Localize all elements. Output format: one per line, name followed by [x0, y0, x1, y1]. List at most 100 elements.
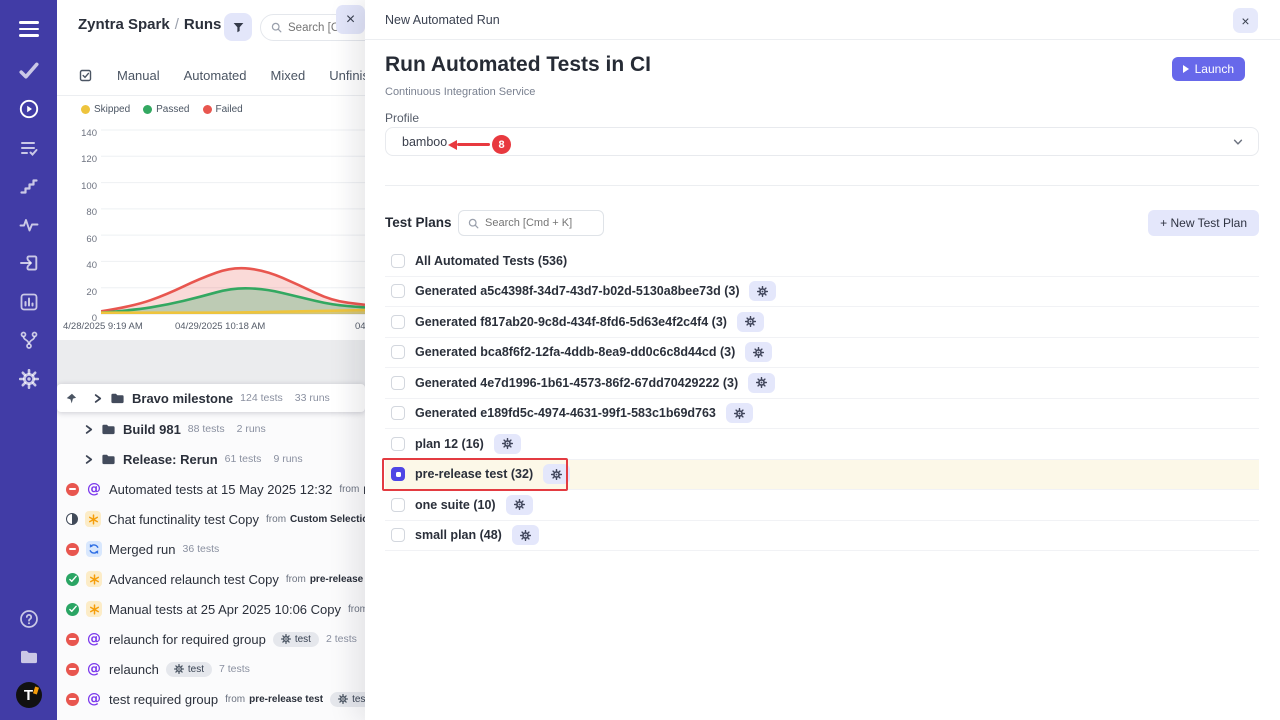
plan-settings-button[interactable]	[726, 403, 753, 423]
run-row[interactable]: @ test required group frompre-release te…	[57, 684, 365, 714]
chevron-right-icon[interactable]	[83, 454, 94, 465]
page-title: Run Automated Tests in CI	[385, 53, 651, 77]
plan-settings-button[interactable]	[745, 342, 772, 362]
sidebar-item-settings[interactable]	[0, 364, 57, 394]
test-plan-row[interactable]: pre-release test (32)	[385, 460, 1259, 491]
run-counts: 88 tests2 runs	[188, 423, 266, 435]
gear-icon	[520, 530, 531, 541]
profile-select[interactable]: bamboo 8	[385, 127, 1259, 156]
new-test-plan-button[interactable]: + New Test Plan	[1148, 210, 1259, 236]
runs-tabs: Manual Automated Mixed Unfinished	[78, 68, 365, 83]
breadcrumb-project[interactable]: Zyntra Spark	[78, 16, 170, 33]
plan-checkbox[interactable]	[391, 315, 405, 329]
test-plan-row[interactable]: Generated f817ab20-9c8d-434f-8fd6-5d63e4…	[385, 307, 1259, 338]
run-row[interactable]: @ relaunch test 7 tests	[57, 654, 365, 684]
play-circle-icon	[19, 99, 39, 119]
panel-close-button[interactable]: ×	[336, 5, 365, 34]
runs-panel: Zyntra Spark/Runs × Manual Automated Mix…	[57, 0, 365, 720]
plan-checkbox[interactable]	[391, 254, 405, 268]
chevron-right-icon[interactable]	[83, 424, 94, 435]
test-plan-row[interactable]: one suite (10)	[385, 490, 1259, 521]
search-icon	[271, 22, 282, 33]
run-name: Bravo milestone	[132, 391, 233, 406]
sidebar-item-checks[interactable]	[0, 56, 57, 86]
select-runs-icon[interactable]	[78, 68, 93, 83]
run-row[interactable]: Bravo milestone 124 tests33 runs	[57, 384, 365, 412]
arrow-head-icon	[448, 140, 457, 150]
plan-checkbox[interactable]	[391, 498, 405, 512]
plan-checkbox[interactable]	[391, 467, 405, 481]
plan-label: Generated f817ab20-9c8d-434f-8fd6-5d63e4…	[415, 315, 727, 329]
close-icon: ×	[1241, 13, 1249, 29]
test-plan-row[interactable]: Generated a5c4398f-34d7-43d7-b02d-5130a8…	[385, 277, 1259, 308]
run-row[interactable]: Manual tests at 25 Apr 2025 10:06 Copy f…	[57, 594, 365, 624]
app-logo[interactable]: T	[0, 680, 57, 710]
import-icon	[19, 253, 39, 273]
plan-checkbox[interactable]	[391, 345, 405, 359]
chevron-right-icon[interactable]	[92, 393, 103, 404]
plan-settings-button[interactable]	[748, 373, 775, 393]
plan-checkbox[interactable]	[391, 406, 405, 420]
test-plan-row[interactable]: All Automated Tests (536)	[385, 246, 1259, 277]
run-counts: 124 tests33 runs	[240, 392, 330, 404]
run-row[interactable]: Release: Rerun 61 tests9 runs	[57, 444, 365, 474]
modal-close-button[interactable]: ×	[1233, 8, 1258, 33]
run-row[interactable]: Chat functinality test Copy fromCustom S…	[57, 504, 365, 534]
sidebar-item-imports[interactable]	[0, 248, 57, 278]
run-row[interactable]: Advanced relaunch test Copy frompre-rele…	[57, 564, 365, 594]
tab-manual[interactable]: Manual	[117, 68, 160, 83]
test-plan-row[interactable]: Generated bca8f6f2-12fa-4ddb-8ea9-dd0c6c…	[385, 338, 1259, 369]
test-plan-row[interactable]: Generated 4e7d1996-1b61-4573-86f2-67dd70…	[385, 368, 1259, 399]
test-plans-search[interactable]	[458, 210, 604, 236]
sidebar-item-activity[interactable]	[0, 210, 57, 240]
test-plans-search-input[interactable]	[485, 217, 595, 229]
folder-icon	[101, 422, 116, 437]
plan-checkbox[interactable]	[391, 284, 405, 298]
filter-button[interactable]	[224, 13, 252, 41]
annotation-arrow: 8	[448, 135, 511, 154]
burst-run-icon	[85, 511, 101, 527]
run-row[interactable]: @ relaunch for required group test 2 tes…	[57, 624, 365, 654]
sidebar-item-runs[interactable]	[0, 94, 57, 124]
plan-settings-button[interactable]	[737, 312, 764, 332]
run-count: 2 runs	[237, 423, 266, 435]
x-tick-1: 4/28/2025 9:19 AM	[63, 321, 143, 332]
tab-unfinished[interactable]: Unfinished	[329, 68, 365, 83]
tab-mixed[interactable]: Mixed	[271, 68, 306, 83]
sidebar-item-help[interactable]	[0, 604, 57, 634]
sidebar-item-environments[interactable]	[0, 325, 57, 355]
arrow-line	[457, 143, 490, 147]
test-plan-row[interactable]: small plan (48)	[385, 521, 1259, 552]
profile-label: Profile	[385, 111, 419, 125]
plan-settings-button[interactable]	[512, 525, 539, 545]
run-from: frompre-release test	[286, 574, 365, 585]
plan-settings-button[interactable]	[506, 495, 533, 515]
plan-settings-button[interactable]	[494, 434, 521, 454]
launch-button[interactable]: Launch	[1172, 57, 1245, 81]
divider	[57, 95, 365, 96]
bar-chart-icon	[19, 292, 39, 312]
gear-icon	[757, 286, 768, 297]
test-plan-row[interactable]: plan 12 (16)	[385, 429, 1259, 460]
plan-settings-button[interactable]	[749, 281, 776, 301]
test-plan-row[interactable]: Generated e189fd5c-4974-4631-99f1-583c1b…	[385, 399, 1259, 430]
sidebar-item-test-cases[interactable]	[0, 133, 57, 163]
run-counts: 2 tests	[326, 633, 357, 645]
run-name: Release: Rerun	[123, 452, 218, 467]
plan-checkbox[interactable]	[391, 376, 405, 390]
sidebar-item-milestones[interactable]	[0, 171, 57, 201]
plan-settings-button[interactable]	[543, 464, 570, 484]
from-label: from	[339, 484, 359, 495]
tab-automated[interactable]: Automated	[184, 68, 247, 83]
plan-checkbox[interactable]	[391, 528, 405, 542]
sidebar-item-projects[interactable]	[0, 642, 57, 672]
run-row[interactable]: Merged run 36 tests	[57, 534, 365, 564]
run-row[interactable]: Build 981 88 tests2 runs	[57, 414, 365, 444]
run-count: 7 tests	[219, 663, 250, 675]
run-row[interactable]: @ Automated tests at 15 May 2025 12:32 f…	[57, 474, 365, 504]
sidebar-item-reports[interactable]	[0, 287, 57, 317]
run-from: fromPla	[348, 604, 365, 615]
run-count: 33 runs	[295, 392, 330, 404]
plan-checkbox[interactable]	[391, 437, 405, 451]
menu-icon[interactable]	[0, 14, 57, 44]
